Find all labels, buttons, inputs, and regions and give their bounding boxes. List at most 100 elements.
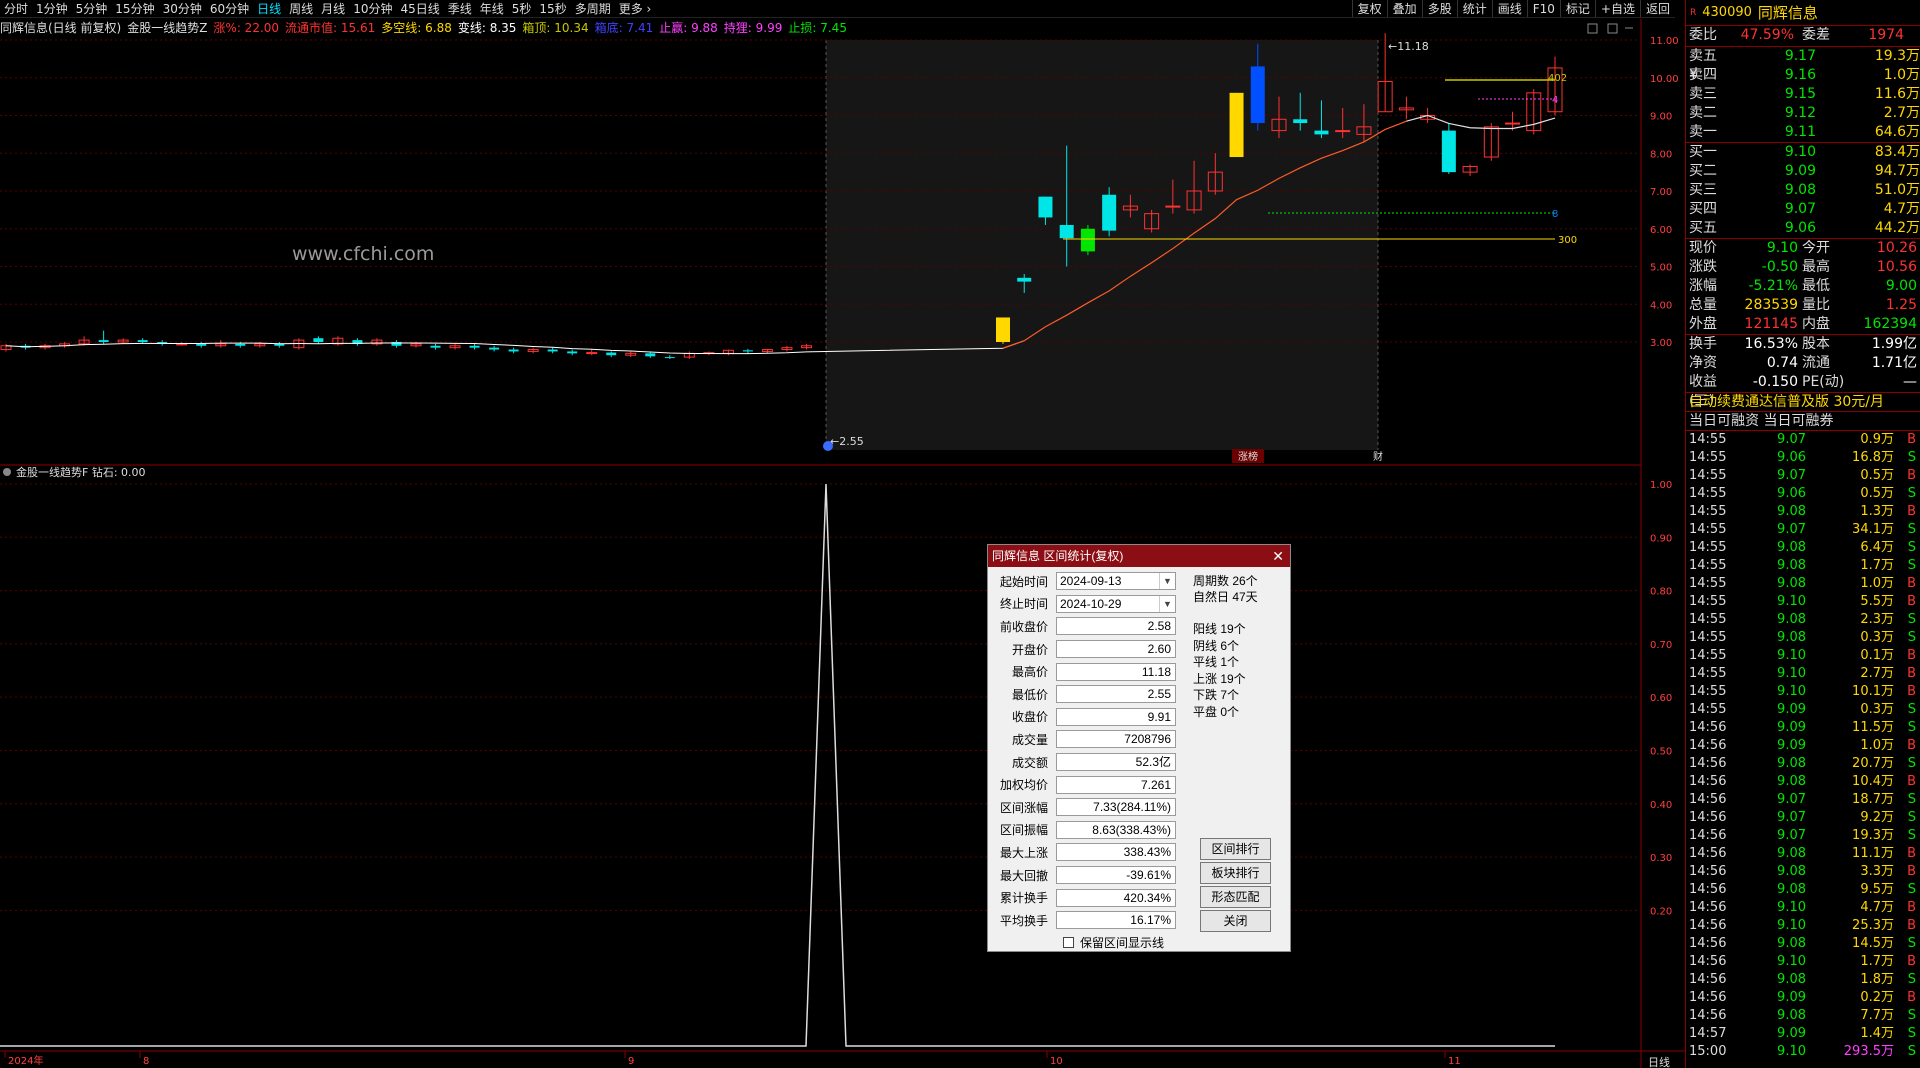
stat-field-label: 最高价 xyxy=(1011,665,1048,680)
quote-header: R 430090 同辉信息 xyxy=(1686,0,1920,26)
sell-row[interactable]: 卖三 9.15 11.6万 xyxy=(1686,85,1920,104)
stat-field-label: 最大上涨 xyxy=(999,845,1048,860)
tick-side: S xyxy=(1907,936,1916,951)
tick-time: 14:56 xyxy=(1689,810,1727,825)
stat-field-row: 区间涨幅 7.33(284.11%) xyxy=(988,796,1290,819)
start-date-picker[interactable]: 2024-09-13 ▼ xyxy=(1056,572,1176,591)
stat-value: 9.10 xyxy=(1766,240,1798,256)
period-tab[interactable]: 1分钟 xyxy=(32,0,72,17)
end-date-picker[interactable]: 2024-10-29 ▼ xyxy=(1056,594,1176,613)
period-tab[interactable]: 分时 xyxy=(0,0,32,17)
dialog-button[interactable]: 形态匹配 xyxy=(1200,886,1271,908)
buy-row[interactable]: 买四 9.07 4.7万 xyxy=(1686,200,1920,219)
period-tab[interactable]: 15分钟 xyxy=(111,0,158,17)
tick-side: B xyxy=(1907,864,1916,879)
sell-row[interactable]: 卖一 9.11 64.6万 xyxy=(1686,123,1920,142)
dialog-title-text: 同辉信息 区间统计(复权) xyxy=(992,549,1124,563)
tool-button[interactable]: 画线 xyxy=(1491,0,1527,17)
period-tab[interactable]: 季线 xyxy=(444,0,476,17)
candle-body xyxy=(98,340,109,342)
dropdown-arrow-icon[interactable]: ▼ xyxy=(1159,595,1175,612)
period-tab[interactable]: 周线 xyxy=(285,0,317,17)
period-toolbar: 分时 1分钟 5分钟 15分钟 30分钟 60分钟 日线 周线 月线 10分钟 45日线 季线 年线 5秒… xyxy=(0,0,1675,18)
period-tab[interactable]: 60分钟 xyxy=(206,0,253,17)
buy-row[interactable]: 买一 9.10 83.4万 xyxy=(1686,143,1920,162)
buy-row[interactable]: 买二 9.09 94.7万 xyxy=(1686,162,1920,181)
period-tab[interactable]: 30分钟 xyxy=(159,0,206,17)
tick-row: 14:55 9.08 1.7万 S xyxy=(1686,557,1920,575)
indicator-value: 止损: 7.45 xyxy=(788,21,847,35)
period-tab[interactable]: 10分钟 xyxy=(349,0,396,17)
period-tab[interactable]: 月线 xyxy=(317,0,349,17)
stat-field-value: -39.61% xyxy=(1056,866,1176,885)
tick-volume: 4.7万 xyxy=(1860,900,1894,915)
ad-banner[interactable]: 自动续费通达信普及版 30元/月 xyxy=(1686,393,1920,412)
buy-volume: 4.7万 xyxy=(1883,201,1920,217)
dialog-button[interactable]: 板块排行 xyxy=(1200,862,1271,884)
stat-field-value: 8.63(338.43%) xyxy=(1056,820,1176,839)
close-icon[interactable]: ✕ xyxy=(1272,545,1284,567)
dialog-title: 同辉信息 区间统计(复权) ✕ xyxy=(988,545,1290,567)
tick-list[interactable]: 14:55 9.07 0.9万 B 14:55 9.06 16.8万 S 14:55 9.07 0.… xyxy=(1686,431,1920,1061)
tool-button[interactable]: 叠加 xyxy=(1386,0,1422,17)
price-tick-label: 8.00 xyxy=(1650,149,1672,160)
period-tab[interactable]: 45日线 xyxy=(396,0,443,17)
buy-row[interactable]: 买三 9.08 51.0万 xyxy=(1686,181,1920,200)
tool-button[interactable]: 标记 xyxy=(1559,0,1595,17)
share-row: 收益(三) -0.150 PE(动) — xyxy=(1686,373,1920,409)
tick-time: 14:55 xyxy=(1689,522,1727,537)
tool-button[interactable]: 复权 xyxy=(1351,0,1387,17)
tick-price: 9.10 xyxy=(1777,594,1806,609)
weicha-label: 委差 xyxy=(1802,27,1830,43)
tick-side: B xyxy=(1907,918,1916,933)
sell-row[interactable]: 卖二 9.12 2.7万 xyxy=(1686,104,1920,123)
dropdown-arrow-icon[interactable]: ▼ xyxy=(1159,573,1175,590)
stat-field-value: 16.17% xyxy=(1056,911,1176,930)
indicator-infobar: 同辉信息(日线 前复权) 金股一线趋势Z 涨%: 22.00 流通市值: 15.61 多… xyxy=(0,19,1640,37)
candle-body xyxy=(1250,66,1265,124)
stat-field-row: 加权均价 7.261 xyxy=(988,773,1290,796)
tick-time: 14:55 xyxy=(1689,630,1727,645)
tool-button[interactable]: F10 xyxy=(1526,0,1560,17)
kline-chart[interactable]: 11.00 10.00 9.00 8.00 7.00 6.00 5.00 4.00 3.00 1.… xyxy=(0,0,1685,1068)
price-tick-label: 4.00 xyxy=(1650,300,1672,311)
tick-side: B xyxy=(1907,504,1916,519)
price-tick-label: 5.00 xyxy=(1650,263,1672,274)
period-tab[interactable]: 5分钟 xyxy=(72,0,112,17)
sell-price: 9.11 xyxy=(1784,124,1816,140)
tool-button[interactable]: +自选 xyxy=(1594,0,1640,17)
candle-body xyxy=(489,347,500,350)
period-tab[interactable]: 日线 xyxy=(253,0,285,17)
tool-button[interactable]: 统计 xyxy=(1456,0,1492,17)
sell-price: 9.17 xyxy=(1784,48,1816,64)
share-value: 0.74 xyxy=(1766,355,1798,371)
buy-price: 9.10 xyxy=(1784,144,1816,160)
buy-price: 9.07 xyxy=(1784,201,1816,217)
buy-row[interactable]: 买五 9.06 44.2万 xyxy=(1686,219,1920,238)
period-tab[interactable]: 多周期 xyxy=(571,0,615,17)
candle-body xyxy=(176,343,188,346)
period-tab[interactable]: 15秒 xyxy=(535,0,570,17)
sell-row[interactable]: 卖四 9.16 1.0万 xyxy=(1686,66,1920,85)
buy-price: 9.06 xyxy=(1784,220,1816,236)
stat-field-row: 收盘价 9.91 xyxy=(988,706,1290,729)
stat-label: 涨幅 xyxy=(1689,278,1717,294)
period-tab[interactable]: 年线 xyxy=(476,0,508,17)
tick-time: 14:55 xyxy=(1689,540,1727,555)
stat-value: 121145 xyxy=(1744,316,1798,332)
period-tab[interactable]: 更多 › xyxy=(615,0,656,17)
keep-interval-checkbox[interactable]: 保留区间显示线 xyxy=(1063,934,1164,951)
checkbox-box[interactable] xyxy=(1063,937,1074,948)
tool-button[interactable]: 多股 xyxy=(1421,0,1457,17)
period-tab[interactable]: 5秒 xyxy=(508,0,536,17)
tick-volume: 6.4万 xyxy=(1860,540,1894,555)
dialog-button[interactable]: 关闭 xyxy=(1200,910,1271,932)
dialog-button[interactable]: 区间排行 xyxy=(1200,838,1271,860)
sell-row[interactable]: 卖五 ¥ 9.17 19.3万 xyxy=(1686,47,1920,83)
tick-row: 14:56 9.08 9.5万 S xyxy=(1686,881,1920,899)
tool-button[interactable]: 返回 xyxy=(1639,0,1675,17)
tick-side: S xyxy=(1907,450,1916,465)
indicator-name[interactable]: 金股一线趋势Z xyxy=(127,21,207,35)
margin-info: 当日可融资 当日可融券 xyxy=(1686,412,1920,431)
tick-row: 14:55 9.08 2.3万 S xyxy=(1686,611,1920,629)
